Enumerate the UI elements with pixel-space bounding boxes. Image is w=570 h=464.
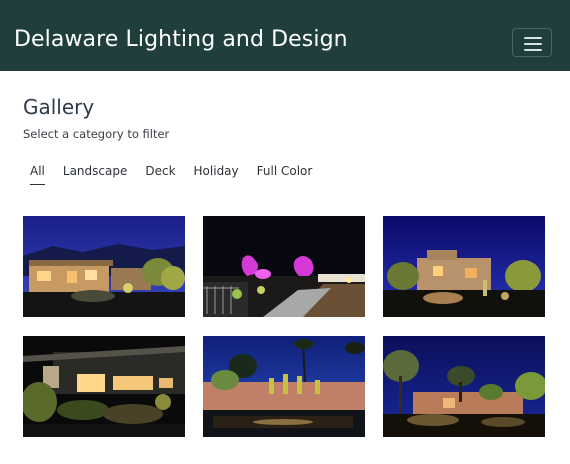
gallery-photo-4[interactable] [23, 336, 185, 437]
gallery-photo-3[interactable] [383, 216, 545, 317]
filter-deck[interactable]: Deck [145, 165, 175, 185]
filter-landscape[interactable]: Landscape [63, 165, 127, 185]
filter-full-color[interactable]: Full Color [257, 165, 313, 185]
filter-all[interactable]: All [30, 165, 45, 185]
brand-title[interactable]: Delaware Lighting and Design [14, 29, 348, 51]
page-subtitle: Select a category to filter [23, 127, 170, 141]
menu-bar [524, 49, 542, 51]
page-title: Gallery [23, 95, 95, 119]
gallery-photo-1[interactable] [23, 216, 185, 317]
gallery-photo-6[interactable] [383, 336, 545, 437]
gallery-photo-2[interactable] [203, 216, 365, 317]
menu-bar [524, 37, 542, 39]
navbar: Delaware Lighting and Design [0, 0, 570, 71]
gallery-photo-5[interactable] [203, 336, 365, 437]
category-filters: All Landscape Deck Holiday Full Color [23, 165, 330, 185]
menu-bar [524, 43, 542, 45]
hamburger-menu-icon[interactable] [512, 28, 552, 57]
filter-holiday[interactable]: Holiday [194, 165, 239, 185]
